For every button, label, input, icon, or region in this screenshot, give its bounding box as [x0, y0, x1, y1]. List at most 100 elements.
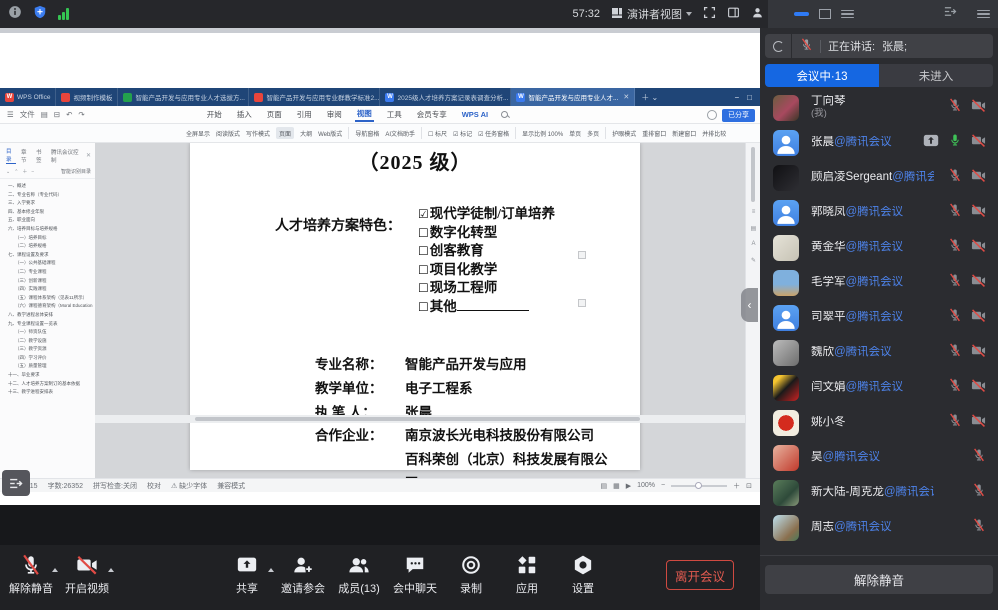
fit-page-icon[interactable]: ⊡ — [746, 482, 752, 490]
outline-item[interactable]: 十一、毕业要求 — [0, 371, 93, 380]
view-web-icon[interactable]: ▦ — [613, 482, 620, 490]
view-page-icon[interactable]: ▤ — [600, 482, 607, 490]
collapse-panel-icon[interactable] — [943, 5, 958, 23]
wps-minimize-icon[interactable]: − — [734, 93, 739, 102]
expand-caret-icon[interactable] — [108, 568, 114, 572]
outline-item[interactable]: （六）课程德育架构（Moral Education Matr... — [0, 302, 93, 311]
outline-item[interactable]: （三）教学资源 — [0, 345, 93, 354]
outline-item[interactable]: 一、概述 — [0, 182, 93, 191]
print-icon[interactable]: ⊟ — [54, 110, 60, 119]
toolbar-item-record[interactable]: 录制 — [448, 554, 494, 596]
minimize-icon[interactable] — [794, 12, 809, 16]
outline-item[interactable]: 七、课程设置及要求 — [0, 251, 93, 260]
tab-not-joined[interactable]: 未进入 — [879, 64, 993, 87]
list-item[interactable]: 张晨@腾讯会议 — [760, 125, 998, 160]
list-item[interactable]: 闫文娟@腾讯会议 — [760, 370, 998, 405]
outline-item[interactable]: （五）质量管理 — [0, 362, 93, 371]
list-item[interactable]: 顾启凌Sergeant@腾讯会议 — [760, 160, 998, 195]
mic-muted-icon[interactable] — [948, 238, 962, 257]
ribbon-item[interactable]: 大纲 — [300, 129, 312, 138]
wps-main-menu-icon[interactable]: ☰ — [7, 110, 14, 119]
meeting-toolbar-collapse-button[interactable] — [2, 470, 30, 496]
ribbon-item[interactable]: 多页 — [587, 129, 599, 138]
toolbar-item-chat[interactable]: 会中聊天 — [392, 554, 438, 596]
ribbon-item[interactable]: 导航窗格 — [355, 129, 379, 138]
outline-item[interactable]: 二、专业名称（专业代码） — [0, 191, 93, 200]
zoom-in-icon[interactable]: ＋ — [22, 168, 27, 175]
mic-muted-icon[interactable] — [948, 378, 962, 397]
outline-item[interactable]: （四）实践课程 — [0, 285, 93, 294]
smart-toc-label[interactable]: 智能识别目录 — [61, 168, 91, 175]
camera-off-icon[interactable] — [971, 343, 986, 363]
wps-menu-开始[interactable]: 开始 — [205, 108, 224, 121]
panel-collapse-handle[interactable]: ‹ — [741, 288, 758, 322]
status-segment[interactable]: 校对 — [147, 481, 161, 491]
zoom-out-icon[interactable]: − — [31, 169, 34, 175]
camera-off-icon[interactable] — [971, 98, 986, 118]
side-panel-toggle-icon[interactable] — [727, 6, 740, 22]
mic-muted-icon[interactable] — [948, 343, 962, 362]
toolbar-item-mic-off[interactable]: 解除静音 — [8, 554, 54, 596]
outline-item[interactable]: 九、专业课程设置一览表 — [0, 320, 93, 329]
outline-item[interactable]: 四、基本修业年限 — [0, 208, 93, 217]
camera-off-icon[interactable] — [971, 133, 986, 153]
ribbon-item[interactable]: ☑ 标记 — [453, 129, 472, 138]
mic-muted-icon[interactable] — [972, 483, 986, 502]
ribbon-item[interactable]: 并排比较 — [702, 129, 726, 138]
outline-item[interactable]: （一）师资队伍 — [0, 328, 93, 337]
restore-window-icon[interactable] — [819, 9, 831, 19]
wps-menu-会员专享[interactable]: 会员专享 — [415, 108, 449, 121]
outline-item[interactable]: 八、教学进程总体安排 — [0, 311, 93, 320]
participants-icon[interactable] — [751, 6, 764, 22]
outline-tool-icon[interactable]: ≡ — [746, 209, 761, 215]
nav-tab-1[interactable]: 章节 — [21, 148, 31, 164]
wps-menu-页面[interactable]: 页面 — [265, 108, 284, 121]
ribbon-item[interactable]: ☑ 任务窗格 — [478, 129, 509, 138]
status-segment[interactable]: 拼写检查:关闭 — [93, 481, 137, 491]
tab-in-meeting[interactable]: 会议中·13 — [765, 64, 879, 87]
hamburger-icon[interactable] — [977, 10, 990, 19]
nav-tab-0[interactable]: 目录 — [6, 147, 16, 164]
wps-menu-WPS AI[interactable]: WPS AI — [460, 109, 490, 120]
status-segment[interactable]: 字数:26352 — [48, 481, 83, 491]
ribbon-item[interactable]: 新建窗口 — [672, 129, 696, 138]
camera-off-icon[interactable] — [971, 308, 986, 328]
horizontal-scrollbar[interactable] — [95, 415, 745, 423]
ribbon-item[interactable]: 重排窗口 — [642, 129, 666, 138]
list-item[interactable]: 毛学军@腾讯会议 — [760, 265, 998, 300]
expand-all-icon[interactable]: ⌃ — [14, 169, 18, 175]
ribbon-item[interactable]: Web版式 — [318, 129, 342, 138]
nav-tab-2[interactable]: 书签 — [36, 148, 46, 164]
wps-document-tab[interactable]: 智能产品开发与应用专业群教学标准2... — [249, 88, 380, 106]
outline-item[interactable]: 十二、人才培养方案制订的基本依据 — [0, 380, 93, 389]
outline-item[interactable]: （二）培养规格 — [0, 242, 93, 251]
status-segment[interactable]: 兼容模式 — [217, 481, 245, 491]
panel-unmute-button[interactable]: 解除静音 — [765, 565, 993, 594]
view-mode-selector[interactable]: 演讲者视图 — [611, 6, 692, 22]
list-item[interactable]: 周志@腾讯会议 — [760, 510, 998, 545]
mic-muted-icon[interactable] — [972, 518, 986, 537]
camera-off-icon[interactable] — [971, 273, 986, 293]
wps-document-tab[interactable]: 智能产品开发与应用专业人才选拔方... — [118, 88, 249, 106]
play-view-icon[interactable]: ▶ — [626, 482, 631, 490]
toolbar-item-members[interactable]: 成员(13) — [336, 554, 382, 596]
camera-off-icon[interactable] — [971, 168, 986, 188]
account-avatar-icon[interactable] — [707, 110, 717, 120]
ribbon-item[interactable]: 护眼模式 — [612, 129, 636, 138]
expand-caret-icon[interactable] — [268, 568, 274, 572]
search-button[interactable] — [765, 34, 792, 58]
list-item[interactable]: 司翠平@腾讯会议 — [760, 300, 998, 335]
undo-icon[interactable]: ↶ — [66, 110, 72, 119]
mic-muted-icon[interactable] — [948, 413, 962, 432]
list-item[interactable]: 丁向琴(我) — [760, 90, 998, 125]
outline-item[interactable]: （二）专业课程 — [0, 268, 93, 277]
leave-meeting-button[interactable]: 离开会议 — [666, 560, 734, 590]
wps-menu-插入[interactable]: 插入 — [235, 108, 254, 121]
redo-icon[interactable]: ↷ — [78, 110, 84, 119]
vertical-scrollbar[interactable] — [751, 147, 755, 202]
nav-tab-3[interactable]: 腾讯会议控制 — [51, 148, 81, 164]
outline-item[interactable]: 十三、教学进程安排表 — [0, 388, 93, 397]
zoom-out-button[interactable]: − — [661, 482, 665, 489]
outline-item[interactable]: （二）教学设施 — [0, 337, 93, 346]
toolbar-item-share[interactable]: 共享 — [224, 554, 270, 596]
